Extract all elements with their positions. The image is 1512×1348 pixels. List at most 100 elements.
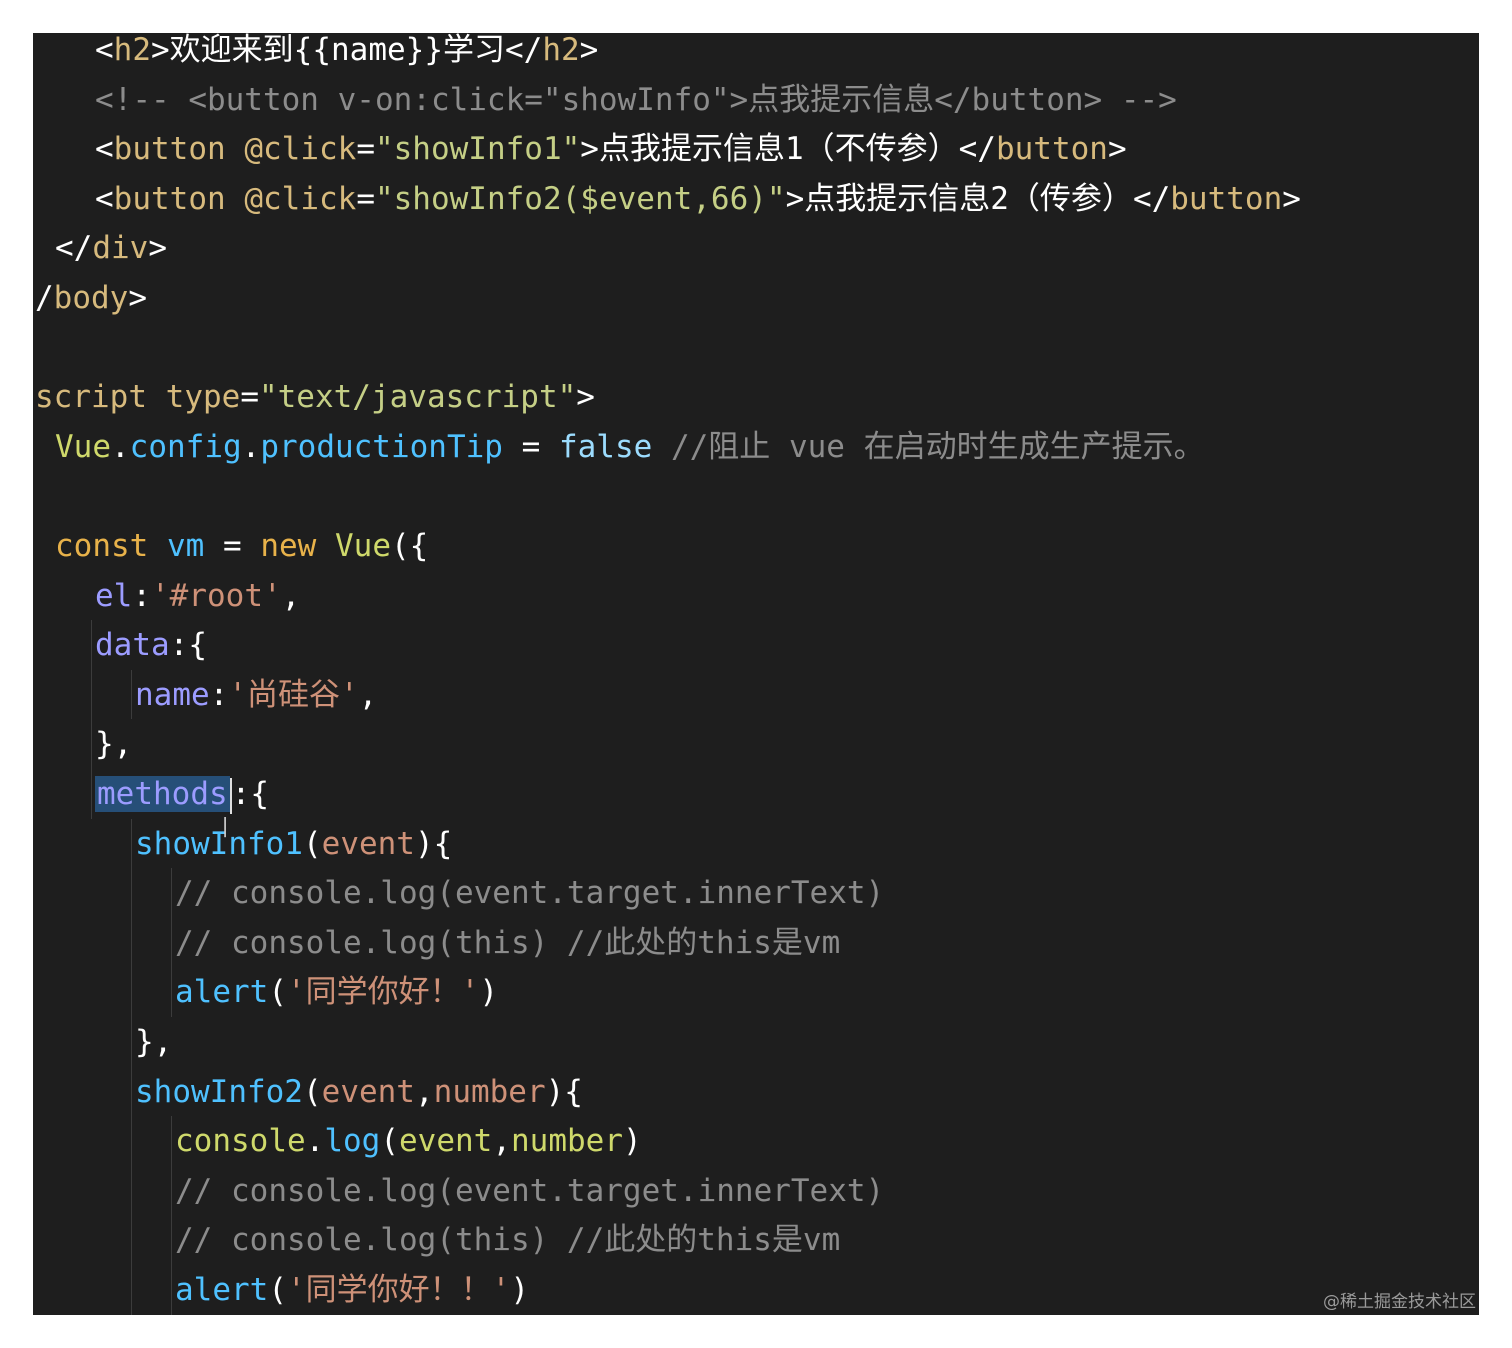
- code-token: "text/javascript": [258, 379, 577, 416]
- code-token: .: [111, 428, 130, 465]
- code-token: 点我提示信息1（不传参）: [598, 131, 959, 168]
- code-token: button: [113, 180, 226, 217]
- code-token: </: [958, 131, 996, 168]
- code-line: methods:{: [95, 776, 269, 827]
- code-token: event: [399, 1123, 493, 1160]
- code-token: >: [1107, 131, 1127, 168]
- code-token: >: [1282, 180, 1301, 217]
- code-token: >: [576, 379, 595, 416]
- indent-guide: [171, 868, 172, 1017]
- code-token: div: [92, 230, 149, 267]
- code-token: ): [479, 974, 498, 1011]
- code-token: number: [511, 1123, 623, 1160]
- code-token: el: [95, 577, 133, 614]
- editor-frame: <h2>欢迎来到{{name}}学习</h2> <!-- <button v-on…: [33, 33, 1479, 1315]
- code-token: h2: [542, 33, 580, 68]
- code-editor[interactable]: <h2>欢迎来到{{name}}学习</h2> <!-- <button v-on…: [33, 33, 1479, 1315]
- code-token: ,: [281, 577, 301, 614]
- code-token: =: [356, 131, 375, 168]
- code-line: script type="text/javascript">: [35, 380, 595, 430]
- code-token: 点我提示信息2（传参）: [804, 180, 1133, 217]
- code-token: (: [302, 1073, 322, 1110]
- code-token: number: [433, 1073, 546, 1110]
- code-token: type: [165, 379, 241, 416]
- code-token: '#root': [151, 577, 282, 614]
- mouse-ibeam-cursor-icon: I: [222, 811, 228, 844]
- code-token: alert: [175, 974, 269, 1011]
- code-line: // console.log(this) //此处的this是vm: [175, 1223, 840, 1273]
- indent-guide: [171, 1116, 172, 1315]
- code-token: :: [209, 676, 229, 713]
- code-token: =: [502, 428, 559, 465]
- code-token: =: [356, 180, 375, 217]
- code-line: /body>: [35, 281, 147, 331]
- code-token: event: [321, 1073, 415, 1110]
- code-token: // console.log(event.target.innerText): [175, 875, 885, 912]
- code-token: ): [510, 1272, 529, 1308]
- code-line: el:'#root',: [95, 579, 300, 629]
- code-line: <!-- <button v-on:click="showInfo">点我提示信…: [95, 83, 1177, 133]
- code-token: </: [504, 33, 543, 68]
- code-token: ,: [492, 1123, 511, 1160]
- code-token: Vue: [335, 528, 391, 564]
- indent-guide: [131, 818, 132, 1315]
- code-token: :{: [169, 627, 207, 664]
- code-token: alert: [175, 1272, 269, 1308]
- code-line: console.log(event,number): [175, 1124, 642, 1174]
- code-token: 欢迎来到{{name}}学习: [169, 33, 505, 68]
- code-token: @click: [244, 131, 357, 168]
- code-token: false: [558, 428, 653, 465]
- code-token: new: [260, 528, 317, 564]
- code-token: >: [148, 230, 167, 267]
- code-token: name: [135, 676, 210, 713]
- code-token: >: [579, 33, 599, 68]
- code-token: ,: [414, 1073, 434, 1110]
- code-token: console: [175, 1123, 306, 1160]
- code-token: :{: [231, 776, 269, 812]
- selected-token: methods: [95, 776, 230, 812]
- code-line: alert('同学你好！！'): [175, 1273, 529, 1315]
- code-line: <button @click="showInfo1">点我提示信息1（不传参）<…: [95, 132, 1127, 182]
- code-token: =: [204, 528, 261, 564]
- code-token: </: [1132, 180, 1171, 217]
- code-token: (: [268, 974, 287, 1011]
- code-token: @click: [244, 180, 357, 217]
- code-token: (: [380, 1123, 399, 1160]
- code-token: vm: [167, 528, 205, 564]
- code-token: (: [302, 825, 322, 862]
- code-token: h2: [113, 33, 151, 68]
- code-token: config: [129, 428, 242, 465]
- code-token: <: [95, 131, 114, 168]
- code-line: // console.log(event.target.innerText): [175, 876, 884, 926]
- code-token: >: [151, 33, 170, 68]
- code-token: '同学你好！': [287, 974, 480, 1011]
- code-token: "showInfo1": [374, 131, 581, 168]
- code-token: >: [785, 180, 805, 217]
- code-line: alert('同学你好！'): [175, 975, 498, 1025]
- code-token: </: [55, 230, 93, 267]
- code-token: >: [128, 280, 147, 316]
- code-line: </div>: [55, 231, 167, 281]
- code-token: event: [321, 825, 415, 862]
- code-token: button: [1170, 180, 1283, 217]
- code-line: // console.log(this) //此处的this是vm: [175, 926, 840, 976]
- code-token: /: [35, 280, 54, 316]
- code-token: "showInfo2($event,66)": [374, 180, 786, 217]
- code-token: },: [95, 726, 133, 763]
- code-token: .: [305, 1123, 325, 1160]
- code-token: .: [241, 428, 261, 465]
- code-token: button: [113, 131, 226, 168]
- code-token: productionTip: [260, 428, 503, 465]
- watermark: @稀土掘金技术社区: [1323, 1292, 1476, 1312]
- code-token: '同学你好！！': [287, 1272, 511, 1308]
- code-token: button: [995, 131, 1108, 168]
- code-token: },: [135, 1024, 173, 1060]
- code-token: (: [268, 1272, 287, 1308]
- code-token: <: [95, 180, 114, 217]
- code-token: =: [240, 379, 259, 416]
- code-token: <!-- <button v-on:click="showInfo">点我提示信…: [95, 81, 1177, 118]
